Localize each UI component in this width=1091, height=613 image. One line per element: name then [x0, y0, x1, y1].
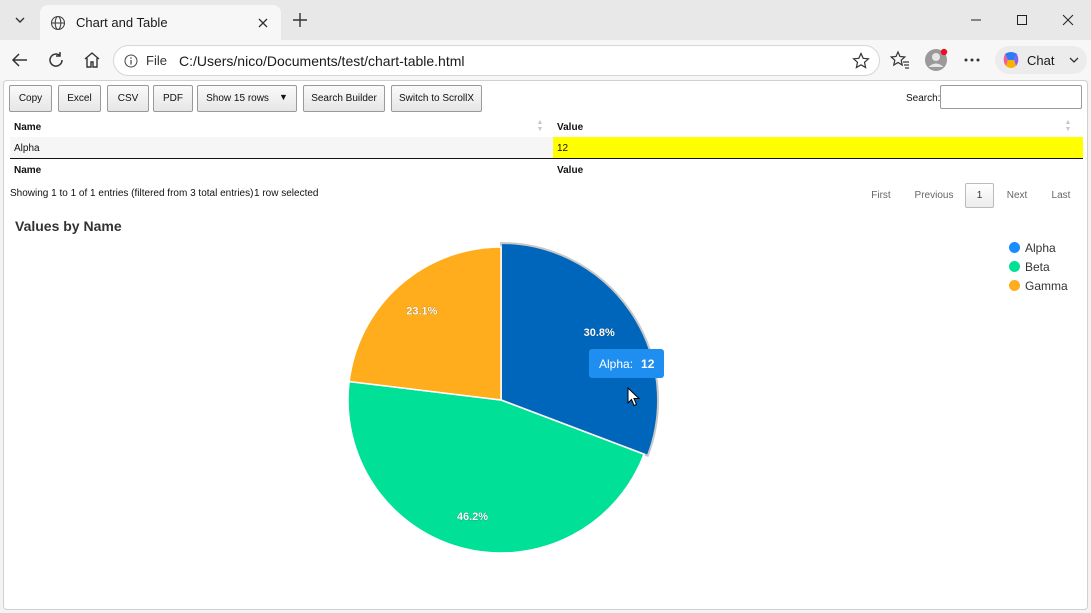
pie-data-label: 30.8%	[584, 327, 615, 339]
legend-item-beta[interactable]: Beta	[1009, 257, 1068, 276]
address-bar[interactable]: File C:/Users/nico/Documents/test/chart-…	[113, 45, 880, 76]
legend-label: Gamma	[1025, 278, 1068, 293]
chat-label: Chat	[1027, 52, 1055, 68]
reload-icon	[49, 52, 63, 67]
arrow-left-icon	[11, 53, 27, 67]
copilot-chat-button[interactable]: Chat	[995, 46, 1087, 74]
new-tab-button[interactable]	[288, 8, 312, 32]
address-url[interactable]: C:/Users/nico/Documents/test/chart-table…	[179, 53, 849, 69]
tab-close-button[interactable]	[251, 11, 275, 35]
avatar	[925, 48, 948, 71]
chevron-down-icon	[1070, 57, 1079, 63]
tab-actions-menu-button[interactable]	[5, 6, 35, 34]
minimize-button[interactable]	[953, 0, 999, 40]
legend-marker	[1009, 280, 1020, 291]
page-content: Copy Excel CSV PDF Show 15 rows ▼ Search…	[3, 80, 1088, 610]
mouse-cursor-icon	[627, 387, 641, 407]
window-close-button[interactable]	[1045, 0, 1091, 40]
reload-button[interactable]	[42, 46, 70, 74]
pie-data-label: 46.2%	[457, 511, 488, 523]
maximize-icon	[1017, 15, 1027, 25]
home-icon	[84, 52, 100, 68]
browser-tab[interactable]: Chart and Table	[40, 5, 281, 40]
tooltip-label: Alpha:	[599, 356, 634, 371]
pie-data-label: 23.1%	[406, 306, 437, 318]
legend-label: Alpha	[1025, 240, 1056, 255]
address-scheme-label: File	[146, 53, 167, 68]
back-button[interactable]	[6, 46, 34, 74]
maximize-button[interactable]	[999, 0, 1045, 40]
tab-title: Chart and Table	[76, 15, 168, 30]
info-icon[interactable]	[122, 52, 140, 70]
favorites-icon	[890, 50, 909, 69]
legend-marker	[1009, 261, 1020, 272]
legend-item-gamma[interactable]: Gamma	[1009, 276, 1068, 295]
profile-button[interactable]	[922, 46, 950, 74]
chart-tooltip: Alpha: 12	[589, 349, 665, 378]
chevron-down-icon	[15, 17, 25, 23]
chart-legend: Alpha Beta Gamma	[1009, 238, 1068, 295]
close-icon	[1062, 14, 1074, 26]
plus-icon	[293, 13, 307, 27]
home-button[interactable]	[78, 46, 106, 74]
legend-label: Beta	[1025, 259, 1050, 274]
copilot-icon	[1003, 52, 1019, 68]
tab-strip: Chart and Table	[0, 0, 1091, 40]
more-icon	[964, 58, 980, 62]
favorites-button[interactable]	[886, 46, 914, 74]
more-menu-button[interactable]	[958, 46, 986, 74]
pie-slice-gamma[interactable]	[348, 246, 502, 401]
favorite-star-icon[interactable]	[849, 49, 873, 73]
pie-chart: 30.8% 46.2% 23.1%	[347, 241, 659, 554]
legend-marker	[1009, 242, 1020, 253]
close-icon	[258, 18, 268, 27]
globe-icon	[50, 15, 66, 30]
tooltip-value: 12	[641, 356, 655, 371]
minimize-icon	[971, 19, 981, 21]
legend-item-alpha[interactable]: Alpha	[1009, 238, 1068, 257]
